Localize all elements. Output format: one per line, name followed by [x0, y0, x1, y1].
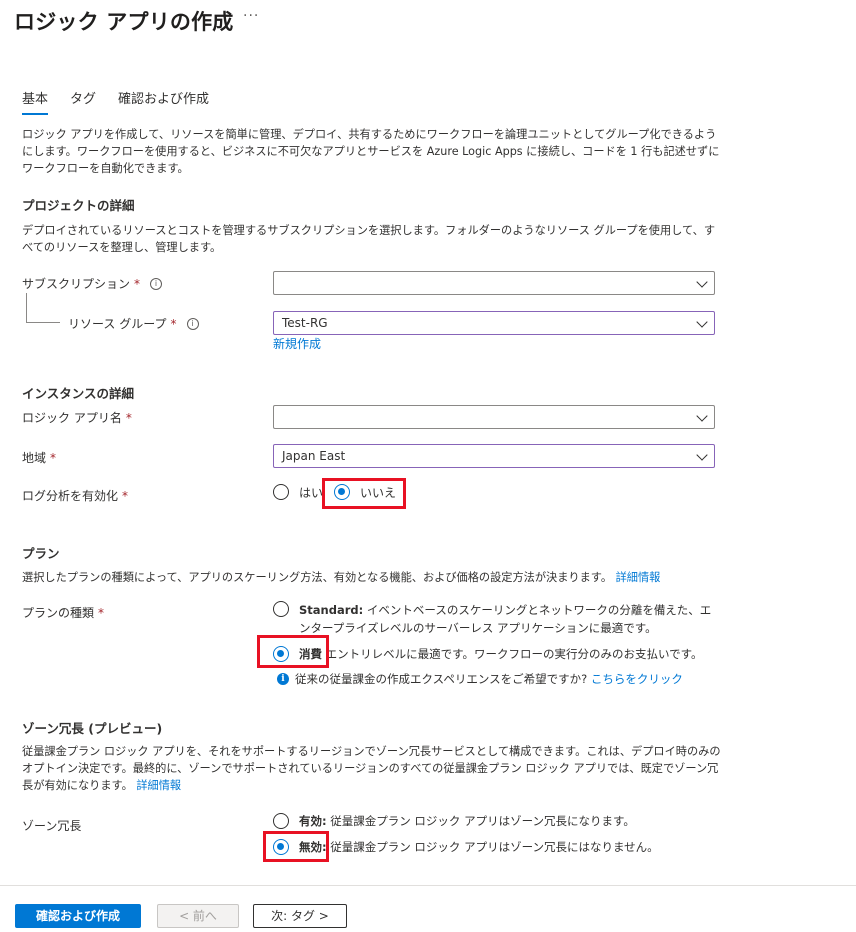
region-label-text: 地域 [22, 451, 47, 465]
required-marker: * [50, 450, 57, 465]
plan-consumption-text: 消費 エントリレベルに最適です。ワークフローの実行分のみのお支払いです。 [299, 646, 703, 662]
footer-divider [0, 885, 856, 886]
chevron-down-icon [696, 276, 708, 288]
highlight-box [322, 478, 406, 509]
zone-description-text: 従量課金プラン ロジック アプリを、それをサポートするリージョンでゾーン冗長サー… [22, 745, 721, 792]
required-marker: * [125, 410, 132, 425]
plan-standard-option[interactable]: Standard: イベントベースのスケーリングとネットワークの分離を備えた、エ… [273, 601, 713, 637]
resource-group-label-text: リソース グループ [68, 317, 167, 331]
plan-description: 選択したプランの種類によって、アプリのスケーリング方法、有効となる機能、および価… [22, 569, 722, 586]
tab-bar: 基本 タグ 確認および作成 [22, 88, 231, 115]
chevron-down-icon [696, 410, 708, 422]
more-options-icon[interactable]: ··· [243, 8, 259, 24]
next-tags-button[interactable]: 次: タグ > [253, 904, 347, 928]
zone-heading: ゾーン冗長 (プレビュー) [22, 721, 163, 736]
required-marker: * [98, 605, 105, 620]
required-marker: * [134, 276, 141, 291]
plan-learn-more-link[interactable]: 詳細情報 [616, 571, 661, 584]
legacy-note-text: 従来の従量課金の作成エクスペリエンスをご希望ですか? [295, 672, 588, 686]
legacy-click-here-link[interactable]: こちらをクリック [591, 671, 683, 687]
tree-connector-vertical [26, 293, 27, 323]
logic-app-name-label-text: ロジック アプリ名 [22, 411, 122, 425]
chevron-down-icon [696, 316, 708, 328]
info-icon[interactable]: i [186, 317, 199, 330]
radio-yes[interactable] [273, 484, 289, 500]
highlight-box [257, 635, 329, 668]
zone-disabled-option[interactable]: 無効: 従量課金プラン ロジック アプリはゾーン冗長にはなりません。 [273, 839, 659, 855]
plan-type-label: プランの種類 * [22, 604, 104, 621]
project-description: デプロイされているリソースとコストを管理するサブスクリプションを選択します。フォ… [22, 224, 716, 254]
plan-type-label-text: プランの種類 [22, 606, 95, 620]
resource-group-dropdown[interactable]: Test-RG [273, 311, 715, 335]
zone-enabled-desc: 従量課金プラン ロジック アプリはゾーン冗長になります。 [330, 814, 635, 828]
logic-app-name-label: ロジック アプリ名 * [22, 409, 132, 426]
chevron-down-icon [696, 449, 708, 461]
plan-consumption-option[interactable]: 消費 エントリレベルに最適です。ワークフローの実行分のみのお支払いです。 [273, 646, 703, 662]
info-filled-icon: i [277, 673, 289, 685]
zone-learn-more-link[interactable]: 詳細情報 [136, 779, 181, 792]
region-label: 地域 * [22, 449, 56, 466]
log-analytics-yes-label: はい [299, 486, 324, 500]
legacy-note: i 従来の従量課金の作成エクスペリエンスをご希望ですか? こちらをクリック [277, 671, 683, 687]
resource-group-label: リソース グループ * i [68, 315, 199, 332]
zone-disabled-desc: 従量課金プラン ロジック アプリはゾーン冗長にはなりません。 [330, 840, 659, 854]
tab-review-create[interactable]: 確認および作成 [118, 88, 209, 115]
region-dropdown[interactable]: Japan East [273, 444, 715, 468]
instance-details-heading: インスタンスの詳細 [22, 386, 135, 401]
zone-enabled-option[interactable]: 有効: 従量課金プラン ロジック アプリはゾーン冗長になります。 [273, 813, 635, 829]
highlight-box [263, 831, 329, 862]
review-create-button[interactable]: 確認および作成 [15, 904, 141, 928]
zone-redundancy-label: ゾーン冗長 [22, 819, 82, 833]
tree-connector-horizontal [26, 322, 60, 323]
required-marker: * [122, 488, 129, 503]
page-title: ロジック アプリの作成 [14, 10, 234, 34]
plan-heading: プラン [22, 546, 60, 561]
tab-tags[interactable]: タグ [70, 88, 96, 115]
plan-standard-title: Standard: [299, 603, 364, 617]
required-marker: * [170, 316, 177, 331]
plan-consumption-desc: エントリレベルに最適です。ワークフローの実行分のみのお支払いです。 [325, 647, 703, 661]
subscription-label-text: サブスクリプション [22, 277, 131, 291]
region-value: Japan East [282, 449, 346, 463]
zone-enabled-text: 有効: 従量課金プラン ロジック アプリはゾーン冗長になります。 [299, 813, 635, 829]
tab-basics[interactable]: 基本 [22, 88, 49, 115]
info-icon[interactable]: i [150, 277, 163, 290]
log-analytics-label-text: ログ分析を有効化 [22, 489, 119, 503]
radio-zone-enabled[interactable] [273, 813, 289, 829]
resource-group-value: Test-RG [282, 316, 328, 330]
subscription-label: サブスクリプション * i [22, 275, 163, 292]
project-details-heading: プロジェクトの詳細 [22, 198, 135, 213]
zone-enabled-title: 有効: [299, 814, 327, 828]
plan-standard-text: Standard: イベントベースのスケーリングとネットワークの分離を備えた、エ… [299, 601, 713, 637]
create-new-link[interactable]: 新規作成 [273, 335, 321, 352]
subscription-dropdown[interactable] [273, 271, 715, 295]
logic-app-name-input[interactable] [273, 405, 715, 429]
zone-description: 従量課金プラン ロジック アプリを、それをサポートするリージョンでゾーン冗長サー… [22, 743, 722, 794]
intro-description: ロジック アプリを作成して、リソースを簡単に管理、デプロイ、共有するためにワーク… [22, 128, 720, 175]
previous-button[interactable]: < 前へ [157, 904, 239, 928]
log-analytics-yes-option[interactable]: はい [273, 484, 323, 501]
radio-standard[interactable] [273, 601, 289, 617]
plan-description-text: 選択したプランの種類によって、アプリのスケーリング方法、有効となる機能、および価… [22, 571, 613, 584]
zone-disabled-text: 無効: 従量課金プラン ロジック アプリはゾーン冗長にはなりません。 [299, 839, 659, 855]
log-analytics-label: ログ分析を有効化 * [22, 487, 128, 504]
